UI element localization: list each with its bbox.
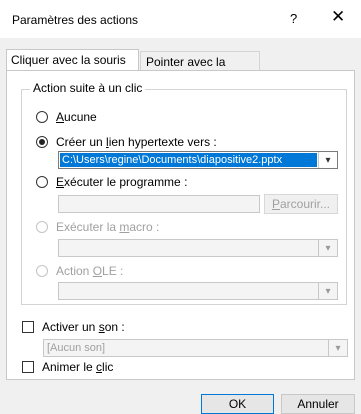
program-path-field[interactable] <box>58 195 260 213</box>
close-icon[interactable]: ✕ <box>331 8 345 25</box>
ok-button[interactable]: OK <box>201 394 274 414</box>
hyperlink-target-select[interactable]: C:\Users\regine\Documents\diapositive2.p… <box>58 151 338 169</box>
radio-button[interactable] <box>36 111 48 123</box>
chevron-down-icon[interactable]: ▾ <box>328 340 347 356</box>
ole-action-select[interactable]: ▾ <box>58 282 338 300</box>
help-button[interactable]: ? <box>290 11 297 26</box>
radio-none[interactable]: Aucune <box>36 109 97 125</box>
highlight-click-label: Animer le clic <box>42 360 114 374</box>
group-legend: Action suite à un clic <box>30 81 146 95</box>
title-bar: Paramètres des actions ? ✕ <box>0 0 361 38</box>
play-sound-label: Activer un son : <box>42 320 125 334</box>
chevron-down-icon[interactable]: ▾ <box>318 152 337 168</box>
radio-button[interactable] <box>36 176 48 188</box>
radio-button[interactable] <box>36 136 48 148</box>
radio-none-label: Aucune <box>56 110 97 124</box>
radio-macro[interactable]: Exécuter la macro : <box>36 219 159 235</box>
radio-program-label: Exécuter le programme : <box>56 175 188 189</box>
browse-button[interactable]: Parcourir... <box>264 194 338 214</box>
tab-mouse-over[interactable]: Pointer avec la souris <box>140 51 260 89</box>
chevron-down-icon[interactable]: ▾ <box>318 240 337 256</box>
radio-hyperlink-label: Créer un lien hypertexte vers : <box>56 135 217 149</box>
sound-select[interactable]: [Aucun son] ▾ <box>43 339 348 357</box>
action-settings-dialog: Paramètres des actions ? ✕ Cliquer avec … <box>0 0 361 414</box>
macro-select[interactable]: ▾ <box>58 239 338 257</box>
radio-ole[interactable]: Action OLE : <box>36 263 123 279</box>
hyperlink-target-value: C:\Users\regine\Documents\diapositive2.p… <box>60 153 317 167</box>
cancel-button[interactable]: Annuler <box>281 394 355 414</box>
radio-hyperlink[interactable]: Créer un lien hypertexte vers : <box>36 134 217 150</box>
radio-macro-label: Exécuter la macro : <box>56 220 160 234</box>
radio-ole-label: Action OLE : <box>56 264 124 278</box>
radio-button[interactable] <box>36 221 48 233</box>
chevron-down-icon[interactable]: ▾ <box>318 283 337 299</box>
play-sound-checkbox[interactable]: Activer un son : <box>22 319 125 335</box>
checkbox[interactable] <box>22 321 34 333</box>
checkbox[interactable] <box>22 361 34 373</box>
sound-value: [Aucun son] <box>47 342 106 354</box>
tab-mouse-click[interactable]: Cliquer avec la souris <box>6 49 139 71</box>
dialog-title: Paramètres des actions <box>12 13 139 27</box>
radio-button[interactable] <box>36 265 48 277</box>
radio-program[interactable]: Exécuter le programme : <box>36 174 187 190</box>
highlight-click-checkbox[interactable]: Animer le clic <box>22 359 113 375</box>
